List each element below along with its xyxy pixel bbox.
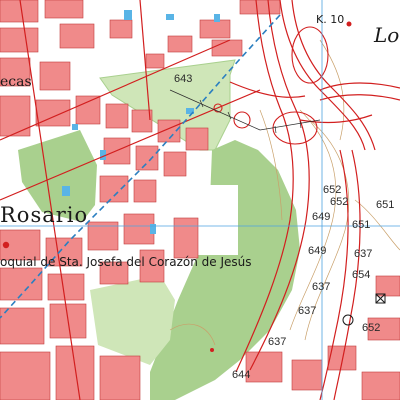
elevation-label: 652 <box>362 322 380 334</box>
elevation-label: 654 <box>352 269 370 281</box>
label-ecas: ecas <box>0 74 32 90</box>
elevation-label: 651 <box>376 199 394 211</box>
topographic-map[interactable]: ecas Lo K. 10 Rosario oquial de Sta. Jos… <box>0 0 400 400</box>
elevation-label: 643 <box>174 73 192 85</box>
elevation-label: 637 <box>268 336 286 348</box>
elevation-label: 652 <box>323 184 341 196</box>
label-lo: Lo <box>373 23 399 47</box>
elevation-label: 644 <box>232 369 250 381</box>
map-canvas: ecas Lo K. 10 Rosario oquial de Sta. Jos… <box>0 0 400 400</box>
church-icon <box>2 241 10 249</box>
parish-name: oquial de Sta. Josefa del Corazón de Jes… <box>0 255 252 269</box>
elevation-label: 637 <box>354 248 372 260</box>
elevation-label: 649 <box>312 211 330 223</box>
km-marker: K. 10 <box>316 13 344 26</box>
elevation-label: 651 <box>352 219 370 231</box>
elevation-label: 649 <box>308 245 326 257</box>
elevation-label: 652 <box>330 196 348 208</box>
place-name-rosario: Rosario <box>0 203 88 227</box>
elevation-label: 637 <box>312 281 330 293</box>
elevation-label: 637 <box>298 305 316 317</box>
